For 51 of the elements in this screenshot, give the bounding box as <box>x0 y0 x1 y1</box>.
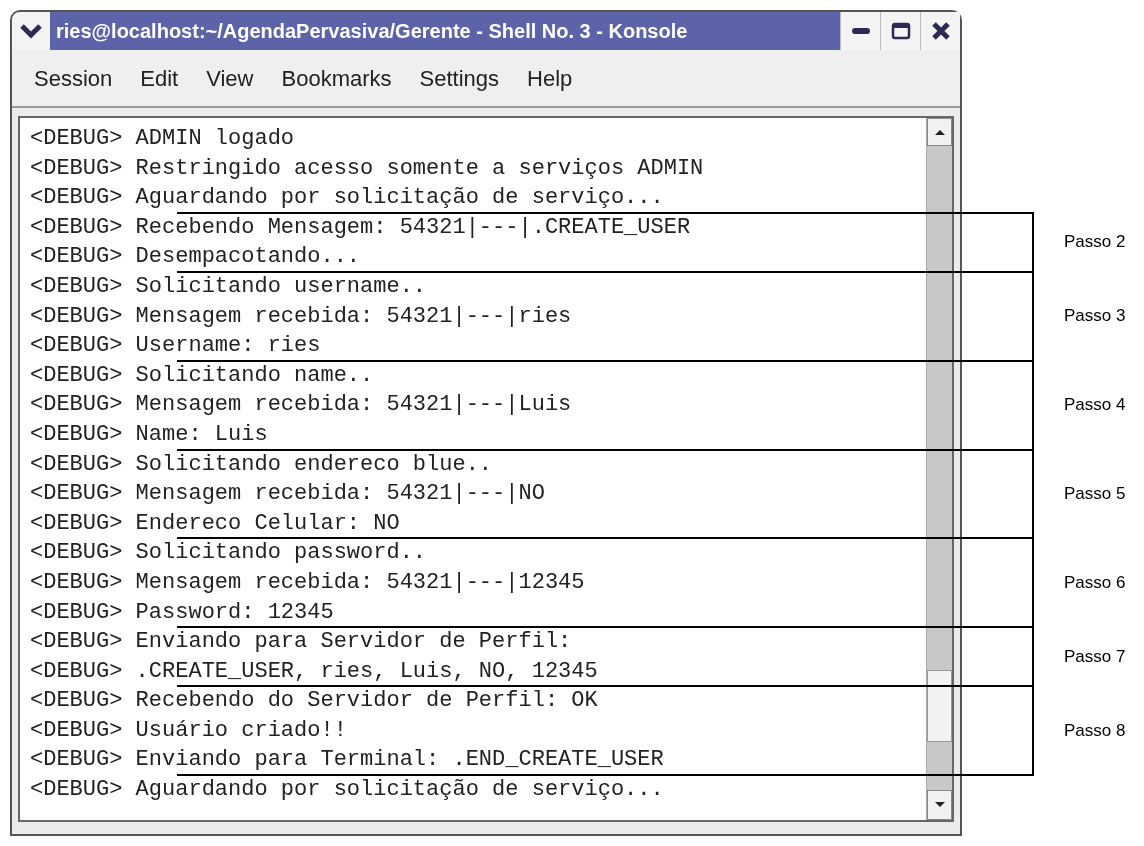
step-label: Passo 5 <box>1064 483 1126 506</box>
minimize-icon <box>850 27 871 35</box>
step-label: Passo 7 <box>1064 645 1126 668</box>
menu-item[interactable]: Settings <box>419 61 500 95</box>
terminal-line: <DEBUG> Enviando para Servidor de Perfil: <box>30 628 572 657</box>
scrollbar-thumb[interactable] <box>927 670 952 742</box>
terminal-line: <DEBUG> .CREATE_USER, ries, Luis, NO, 12345 <box>30 657 598 686</box>
maximize-icon <box>890 22 911 40</box>
terminal-line: <DEBUG> Mensagem recebida: 54321|---|ries <box>30 302 572 331</box>
step-label: Passo 8 <box>1064 719 1126 742</box>
terminal-line: <DEBUG> Endereco Celular: NO <box>30 509 400 538</box>
scroll-down-button[interactable] <box>927 790 952 820</box>
terminal-line: <DEBUG> Solicitando password.. <box>30 539 427 568</box>
caret-down-icon <box>933 801 946 809</box>
terminal-line: <DEBUG> Recebendo Mensagem: 54321|---|.CREATE_USER <box>30 213 691 242</box>
close-icon <box>930 21 951 41</box>
menu-item[interactable]: View <box>206 61 254 95</box>
scrollbar[interactable] <box>926 118 952 820</box>
terminal-line: <DEBUG> Desempacotando... <box>30 243 361 272</box>
maximize-button[interactable] <box>880 12 920 50</box>
window-title: ries@localhost:~/AgendaPervasiva/Gerente - Shell No. 3 - Konsole <box>55 19 689 44</box>
terminal-line: <DEBUG> Restringido acesso somente a serviços ADMIN <box>30 154 704 183</box>
terminal-line: <DEBUG> Name: Luis <box>30 420 268 449</box>
terminal-line: <DEBUG> ADMIN logado <box>30 125 295 153</box>
menu-item[interactable]: Bookmarks <box>281 61 392 95</box>
step-label: Passo 2 <box>1064 231 1126 254</box>
menu-item[interactable]: Session <box>34 61 113 95</box>
terminal-line: <DEBUG> Mensagem recebida: 54321|---|NO <box>30 480 545 509</box>
terminal-line: <DEBUG> Usuário criado!! <box>30 716 347 745</box>
terminal-line: <DEBUG> Username: ries <box>30 332 321 361</box>
step-label: Passo 4 <box>1064 394 1126 417</box>
window-menu-button[interactable] <box>12 12 50 50</box>
terminal-line: <DEBUG> Solicitando username.. <box>30 272 427 301</box>
terminal-line: <DEBUG> Password: 12345 <box>30 598 334 627</box>
terminal-line: <DEBUG> Solicitando name.. <box>30 361 374 390</box>
step-label: Passo 6 <box>1064 571 1126 594</box>
menu-item[interactable]: Edit <box>140 61 179 95</box>
terminal-line: <DEBUG> Solicitando endereco blue.. <box>30 450 493 479</box>
step-label: Passo 3 <box>1064 305 1126 328</box>
minimize-button[interactable] <box>840 12 880 50</box>
terminal-line: <DEBUG> Aguardando por solicitação de serviço... <box>30 776 664 805</box>
menu-item[interactable]: Help <box>527 61 573 95</box>
terminal-line: <DEBUG> Recebendo do Servidor de Perfil: OK <box>30 687 598 716</box>
chevron-down-icon <box>20 23 42 39</box>
terminal-line: <DEBUG> Enviando para Terminal: .END_CREATE_USER <box>30 746 664 775</box>
terminal-line: <DEBUG> Mensagem recebida: 54321|---|Luis <box>30 391 572 420</box>
scroll-up-button[interactable] <box>927 118 952 146</box>
terminal-line: <DEBUG> Aguardando por solicitação de serviço... <box>30 184 664 213</box>
caret-up-icon <box>933 128 946 136</box>
close-button[interactable] <box>920 12 960 50</box>
terminal-line: <DEBUG> Mensagem recebida: 54321|---|12345 <box>30 568 585 597</box>
